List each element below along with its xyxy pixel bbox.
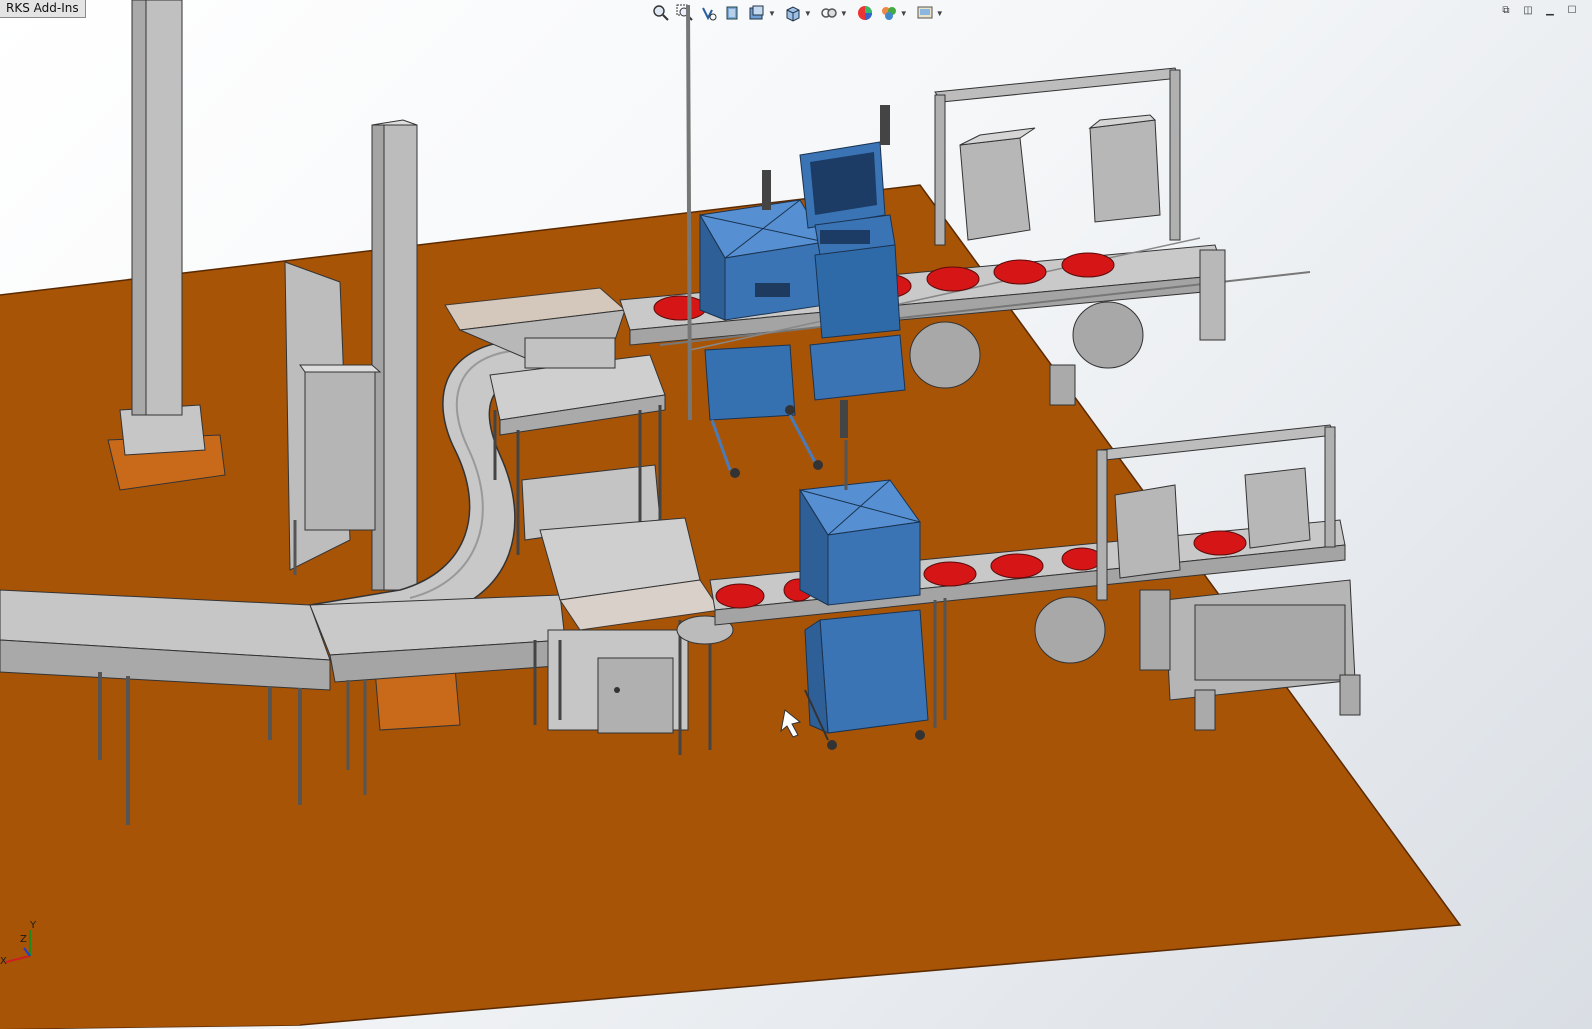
triad-x-label: X [0,956,7,967]
sensor-pole [686,4,692,421]
reference-triad: Y Z X [0,920,44,970]
graphics-area[interactable] [0,0,1592,1029]
triad-z-label: Z [20,934,27,945]
triad-y-label: Y [30,920,37,931]
